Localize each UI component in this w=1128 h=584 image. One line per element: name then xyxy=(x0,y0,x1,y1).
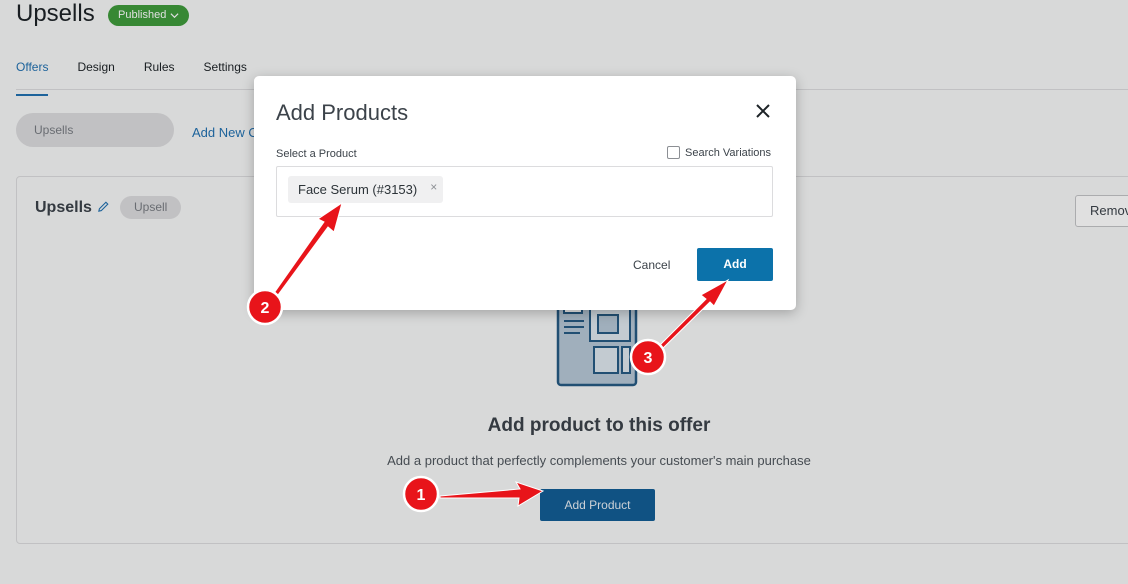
modal-title: Add Products xyxy=(276,100,409,125)
search-variations-checkbox[interactable] xyxy=(667,146,680,159)
add-button[interactable]: Add xyxy=(697,248,773,281)
selected-product-chip: Face Serum (#3153) × xyxy=(288,174,444,203)
search-variations-label: Search Variations xyxy=(685,146,772,159)
add-products-modal: Add Products Select a Product Search Var… xyxy=(254,76,796,310)
product-select-input[interactable]: Face Serum (#3153) × xyxy=(276,166,773,217)
close-icon[interactable] xyxy=(754,102,772,120)
cancel-button[interactable]: Cancel xyxy=(633,258,670,272)
chip-remove-icon[interactable]: × xyxy=(430,174,437,201)
select-product-label: Select a Product xyxy=(276,148,357,160)
search-variations-toggle[interactable]: Search Variations xyxy=(667,146,771,159)
selected-product-label: Face Serum (#3153) xyxy=(298,182,418,197)
